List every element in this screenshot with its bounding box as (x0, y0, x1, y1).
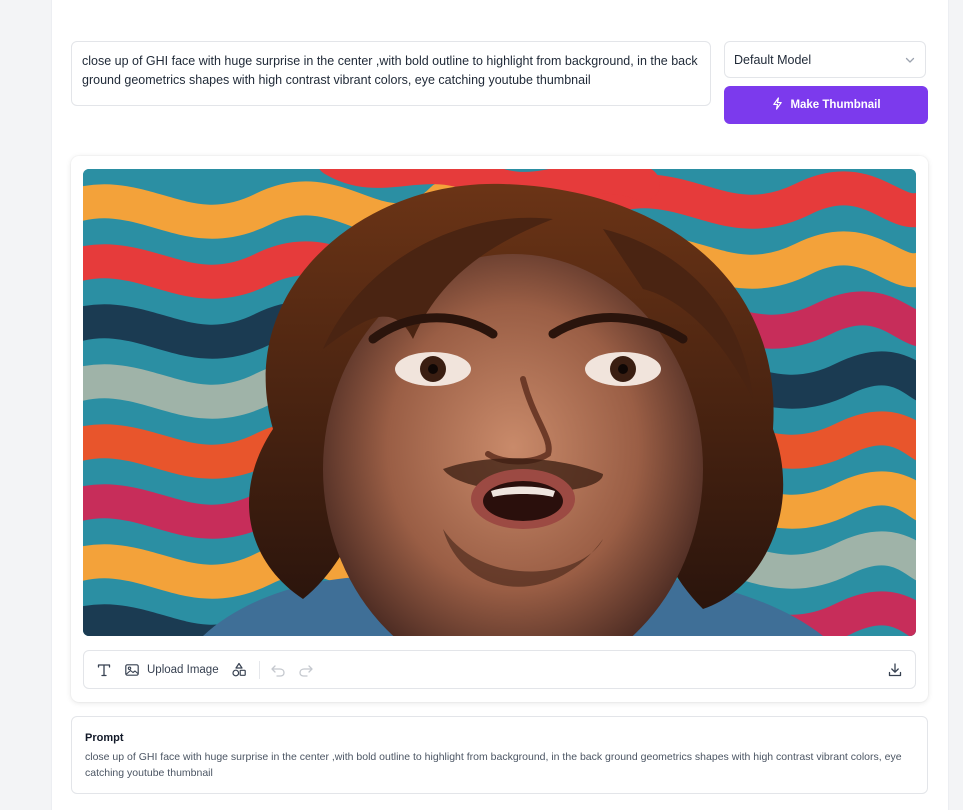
shapes-tool-button[interactable] (231, 657, 247, 683)
prompt-input[interactable]: close up of GHI face with huge surprise … (71, 41, 711, 106)
image-icon (124, 662, 140, 678)
redo-button[interactable] (298, 657, 314, 683)
thumbnail-card: Upload Image (71, 156, 928, 702)
download-button[interactable] (887, 657, 903, 683)
model-select-value: Default Model (734, 52, 812, 67)
prompt-title: Prompt (85, 732, 124, 744)
undo-icon (270, 662, 286, 678)
make-thumbnail-label: Make Thumbnail (790, 99, 881, 111)
undo-button[interactable] (270, 657, 286, 683)
redo-icon (298, 662, 314, 678)
lightning-icon (771, 97, 784, 113)
download-icon (887, 662, 903, 678)
upload-image-label: Upload Image (147, 663, 219, 676)
text-tool-button[interactable] (96, 657, 112, 683)
text-icon (96, 662, 112, 678)
toolbar-divider (258, 660, 260, 679)
generated-thumbnail-image[interactable] (83, 169, 916, 636)
chevron-down-icon (904, 54, 916, 66)
prompt-text: close up of GHI face with huge surprise … (85, 751, 902, 779)
upload-image-button[interactable]: Upload Image (124, 657, 219, 683)
main-panel: close up of GHI face with huge surprise … (52, 0, 948, 810)
shapes-icon (231, 662, 247, 678)
model-select[interactable]: Default Model (724, 41, 926, 78)
prompt-details-card: Prompt close up of GHI face with huge su… (71, 716, 928, 794)
make-thumbnail-button[interactable]: Make Thumbnail (724, 86, 928, 124)
editor-toolbar: Upload Image (83, 650, 916, 689)
